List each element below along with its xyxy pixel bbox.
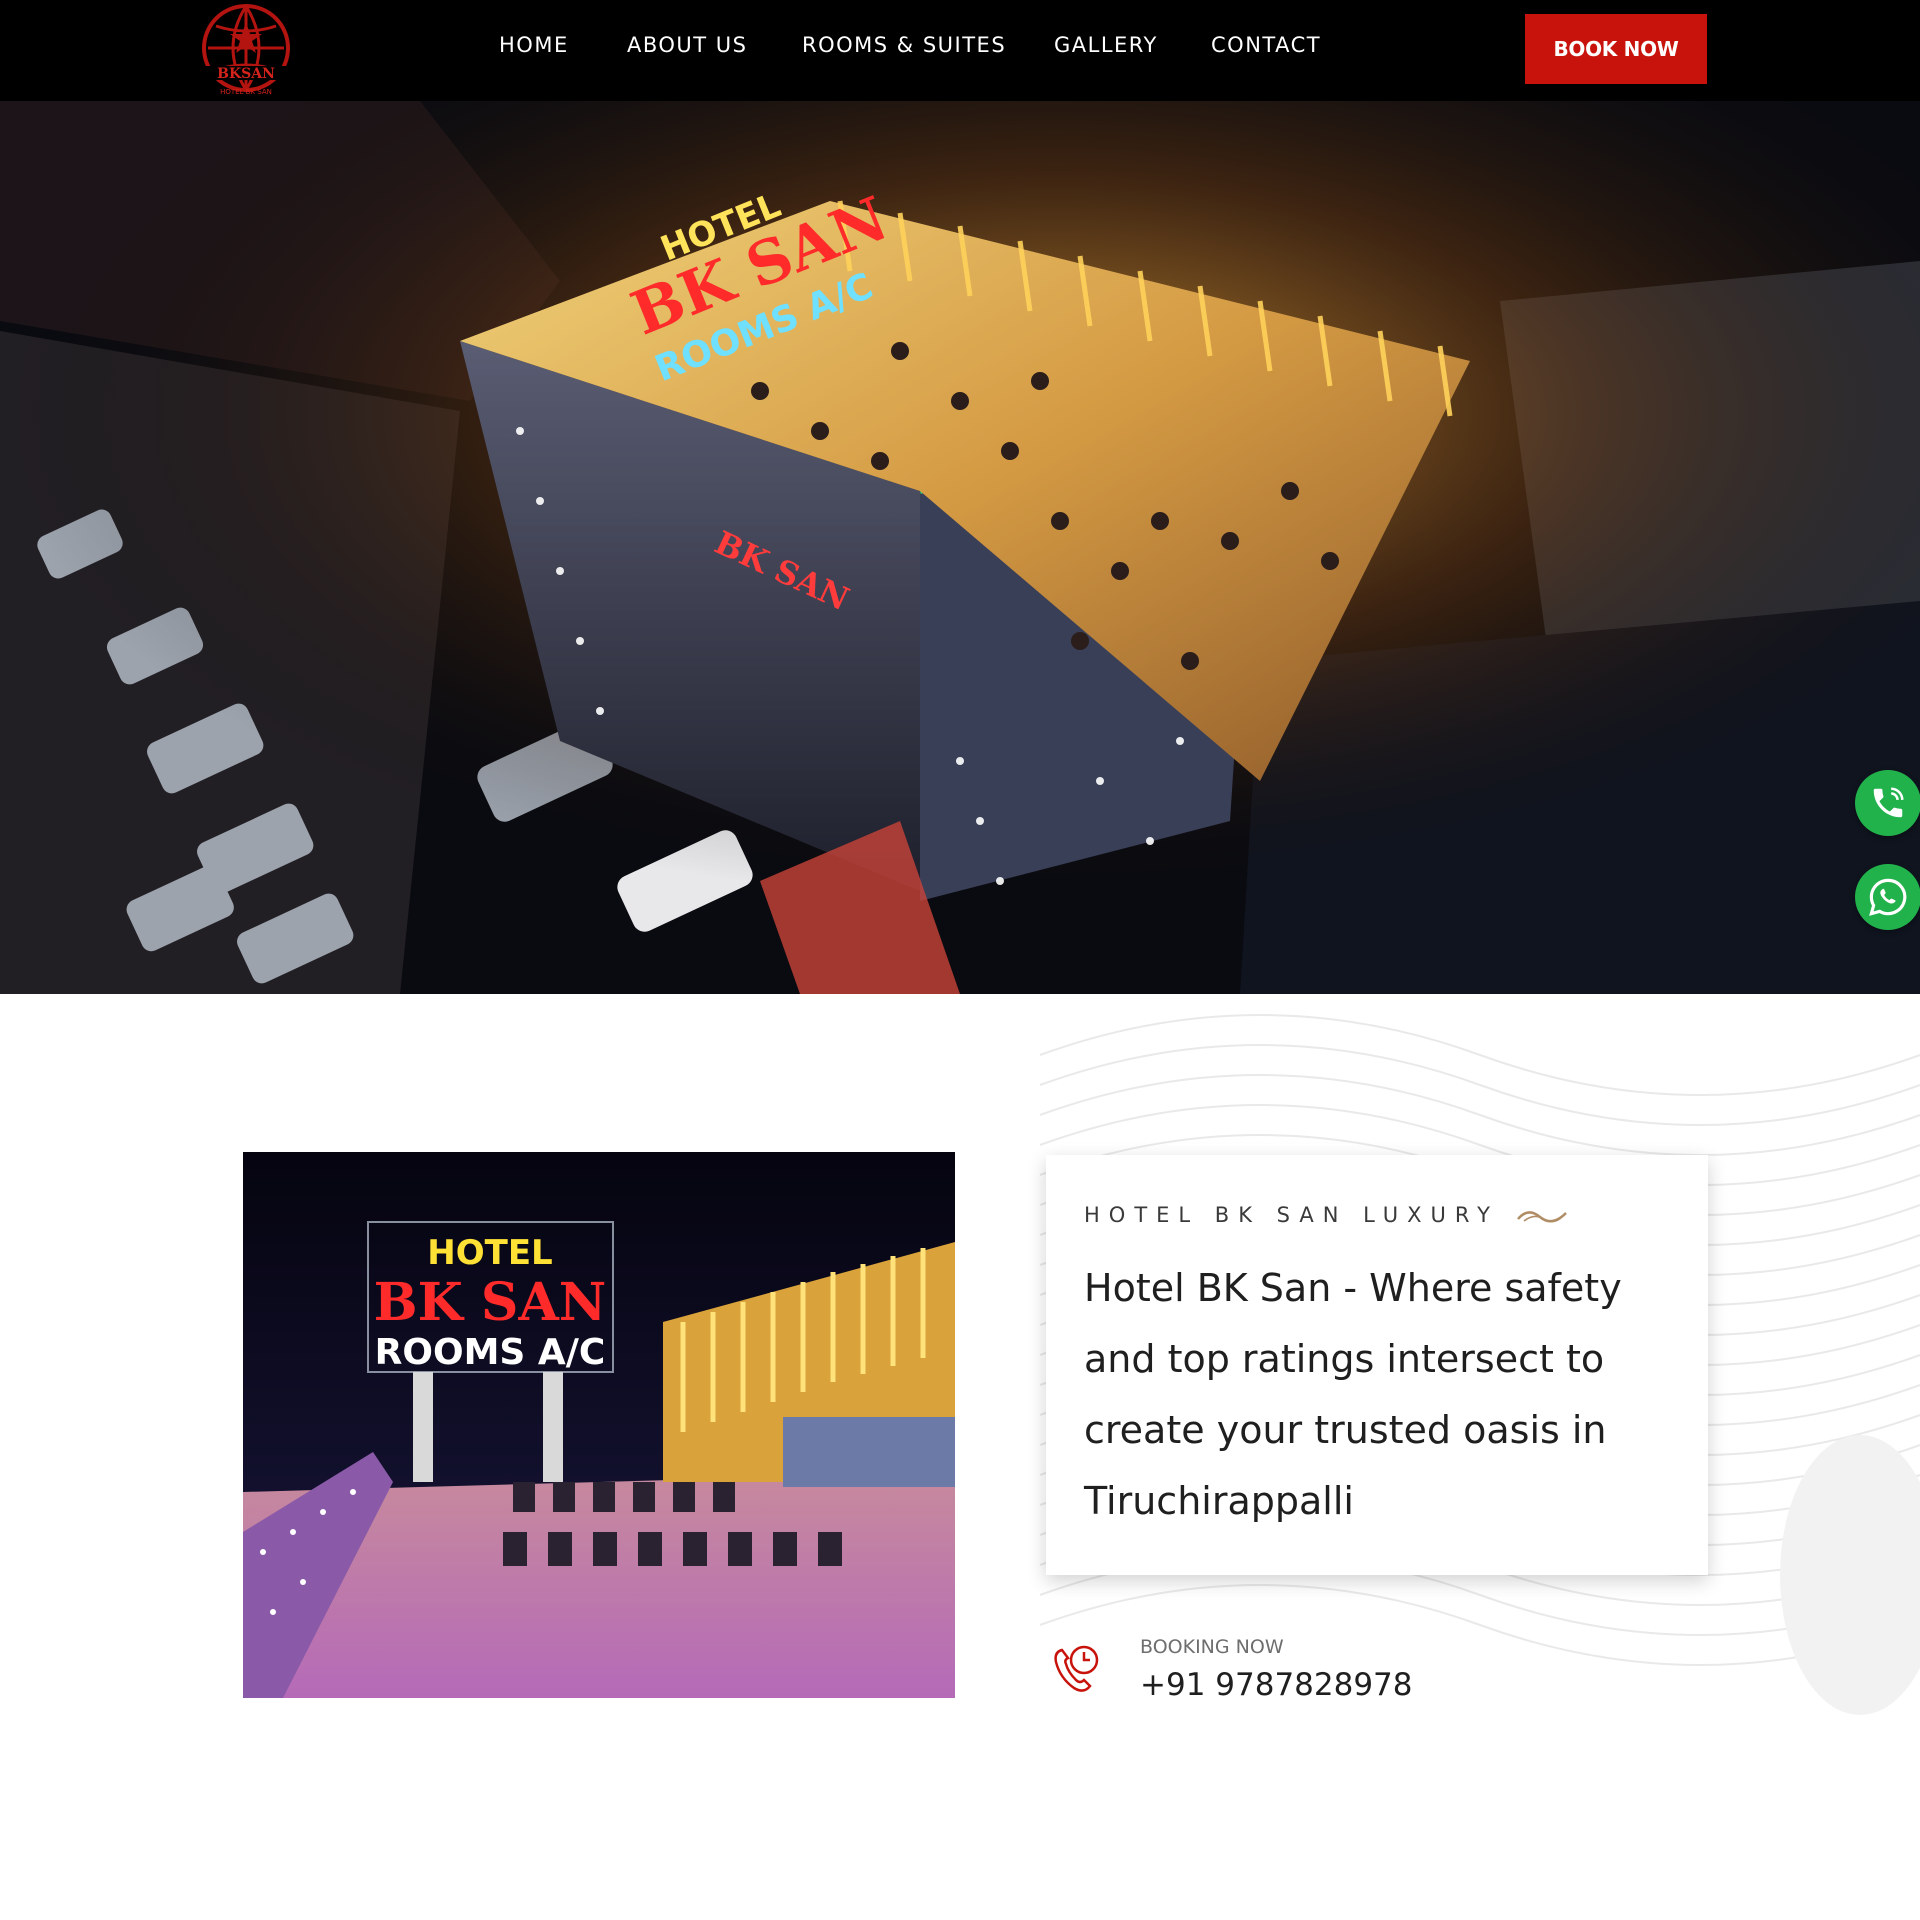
whatsapp-button[interactable] bbox=[1855, 864, 1920, 930]
nav-home[interactable]: HOME bbox=[499, 33, 569, 57]
about-headline: Hotel BK San - Where safety and top rati… bbox=[1084, 1266, 1622, 1523]
site-header: BKSAN HOTEL BK SAN HOME ABOUT US ROOMS &… bbox=[0, 0, 1920, 101]
logo-wordmark: BKSAN bbox=[217, 66, 275, 82]
about-card: HOTEL BK SAN LUXURY Hotel BK San - Where… bbox=[1046, 1155, 1708, 1575]
nav-contact[interactable]: CONTACT bbox=[1211, 33, 1321, 57]
logo-subtext: HOTEL BK SAN bbox=[220, 88, 272, 96]
about-eyebrow: HOTEL BK SAN LUXURY bbox=[1084, 1203, 1499, 1227]
nav-about-us[interactable]: ABOUT US bbox=[627, 33, 748, 57]
about-photo: HOTEL BK SAN ROOMS A/C bbox=[243, 1152, 955, 1698]
photo-sign-rooms: ROOMS A/C bbox=[375, 1332, 606, 1373]
booking-phone[interactable]: +91 9787828978 bbox=[1140, 1667, 1413, 1703]
booking-label: BOOKING NOW bbox=[1140, 1636, 1284, 1658]
nav-rooms-suites[interactable]: ROOMS & SUITES bbox=[802, 33, 1006, 57]
call-button[interactable] bbox=[1855, 770, 1920, 836]
whatsapp-icon bbox=[1869, 878, 1907, 916]
hero-image: HOTEL BK SAN ROOMS A/C BK SAN bbox=[0, 101, 1920, 994]
photo-sign-bksan: BK SAN bbox=[374, 1272, 607, 1333]
hotel-logo[interactable]: BKSAN HOTEL BK SAN bbox=[198, 2, 294, 98]
photo-sign-hotel: HOTEL bbox=[427, 1233, 552, 1273]
phone-clock-icon bbox=[1050, 1640, 1106, 1700]
book-now-button[interactable]: BOOK NOW bbox=[1525, 14, 1707, 84]
swirl-icon bbox=[1516, 1205, 1568, 1231]
phone-icon bbox=[1873, 787, 1904, 818]
booking-contact[interactable]: BOOKING NOW +91 9787828978 bbox=[1050, 1630, 1450, 1710]
nav-gallery[interactable]: GALLERY bbox=[1054, 33, 1158, 57]
